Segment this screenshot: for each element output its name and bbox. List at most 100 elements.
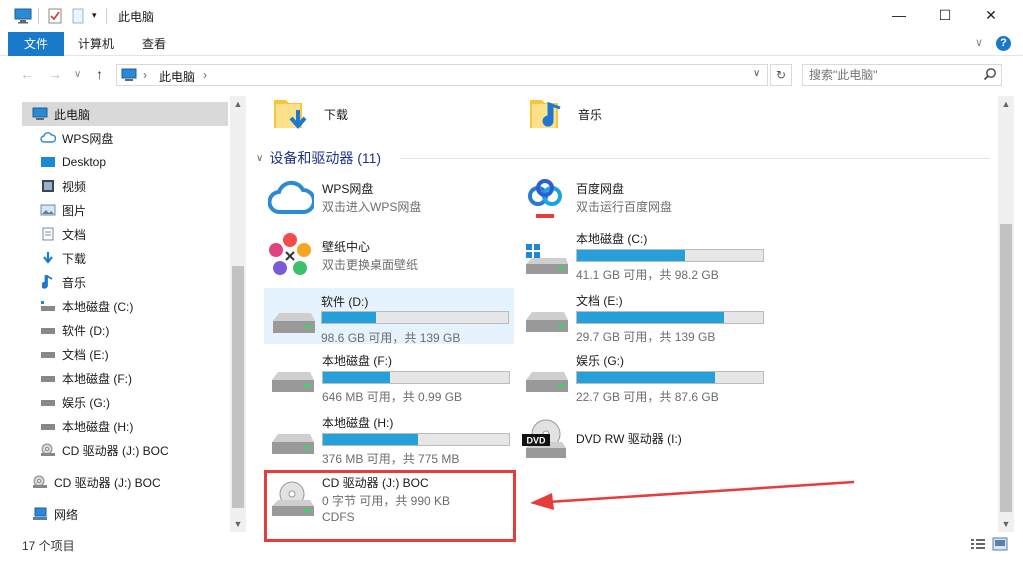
breadcrumb-this-pc[interactable]: 此电脑: [159, 68, 195, 85]
scroll-down-arrow-icon[interactable]: ▼: [230, 516, 246, 532]
device-drive-c[interactable]: 本地磁盘 (C:) 41.1 GB 可用，共 98.2 GB: [520, 230, 766, 282]
svg-text:DVD: DVD: [526, 436, 546, 446]
sidebar-item-cd-drive-j[interactable]: CD 驱动器 (J:) BOC: [40, 438, 260, 462]
device-drive-f[interactable]: 本地磁盘 (F:) 646 MB 可用，共 0.99 GB: [266, 352, 512, 404]
folder-music[interactable]: 音乐: [522, 96, 762, 138]
scroll-up-arrow-icon[interactable]: ▲: [998, 96, 1014, 112]
sidebar-item-drive-e[interactable]: 文档 (E:): [40, 342, 260, 366]
item-label: 下载: [324, 108, 349, 122]
annotation-arrow: [530, 480, 855, 510]
divider: [106, 8, 107, 24]
properties-icon[interactable]: [48, 8, 62, 24]
content-pane: 下载 音乐 ∨ 设备和驱动器 (11) WPS网盘 双击进入WPS网盘 百度网盘…: [252, 96, 998, 536]
cd-drive-icon: [40, 442, 56, 458]
usage-bar-fill: [323, 434, 418, 445]
window-title: 此电脑: [118, 10, 155, 24]
scrollbar-thumb[interactable]: [1000, 224, 1012, 512]
device-baidu-netdisk[interactable]: 百度网盘 双击运行百度网盘: [520, 178, 766, 222]
sidebar-item-drive-h[interactable]: 本地磁盘 (H:): [40, 414, 260, 438]
device-cd-drive-j[interactable]: CD 驱动器 (J:) BOC 0 字节 可用，共 990 KB CDFS: [266, 474, 512, 526]
details-view-icon[interactable]: [970, 537, 986, 554]
address-history-chevron-icon[interactable]: ∨: [753, 68, 760, 79]
sidebar-item-this-pc[interactable]: 此电脑: [22, 102, 228, 126]
close-button[interactable]: ✕: [968, 0, 1014, 30]
up-arrow-icon[interactable]: ↑: [96, 66, 103, 82]
wallpaper-center-icon: [266, 232, 314, 283]
item-label: CD 驱动器 (J:) BOC: [322, 476, 429, 490]
tab-view[interactable]: 查看: [130, 32, 178, 56]
system-drive-icon: [524, 242, 570, 279]
navigation-scrollbar[interactable]: ▲ ▼: [230, 96, 246, 532]
item-description: 646 MB 可用，共 0.99 GB: [322, 390, 463, 404]
content-scrollbar[interactable]: ▲ ▼: [998, 96, 1014, 532]
drive-icon: [40, 418, 56, 434]
item-description: 98.6 GB 可用，共 139 GB: [321, 331, 461, 345]
drive-icon: [524, 370, 570, 397]
item-description: 41.1 GB 可用，共 98.2 GB: [576, 268, 719, 282]
sidebar-item-label: Desktop: [62, 155, 107, 169]
device-dvd-drive-i[interactable]: DVD DVD RW 驱动器 (I:): [520, 416, 766, 466]
usage-bar: [576, 249, 764, 262]
folder-downloads[interactable]: 下载: [268, 96, 508, 138]
sidebar-item-wps-cloud[interactable]: WPS网盘: [40, 126, 260, 150]
usage-bar: [321, 311, 509, 324]
item-description: 双击更换桌面壁纸: [322, 258, 419, 272]
scroll-down-arrow-icon[interactable]: ▼: [998, 516, 1014, 532]
scroll-up-arrow-icon[interactable]: ▲: [230, 96, 246, 112]
title-bar: ▾ 此电脑 — ☐ ✕: [0, 0, 1023, 32]
sidebar-item-label: 下载: [62, 251, 87, 266]
sidebar-item-pictures[interactable]: 图片: [40, 198, 260, 222]
address-bar[interactable]: › 此电脑 › ∨: [116, 64, 768, 86]
usage-bar: [322, 371, 510, 384]
music-folder-icon: [528, 94, 568, 137]
device-drive-h[interactable]: 本地磁盘 (H:) 376 MB 可用，共 775 MB: [266, 414, 512, 466]
minimize-button[interactable]: —: [876, 0, 922, 30]
item-label: 本地磁盘 (C:): [576, 232, 648, 246]
sidebar-item-drive-c[interactable]: 本地磁盘 (C:): [40, 294, 260, 318]
item-label: 娱乐 (G:): [576, 354, 624, 368]
sidebar-item-videos[interactable]: 视频: [40, 174, 260, 198]
sidebar-item-drive-g[interactable]: 娱乐 (G:): [40, 390, 260, 414]
expand-ribbon-chevron-icon[interactable]: ∨: [975, 36, 983, 49]
forward-arrow-icon[interactable]: →: [48, 66, 62, 82]
device-drive-e[interactable]: 文档 (E:) 29.7 GB 可用，共 139 GB: [520, 292, 766, 344]
help-icon[interactable]: ?: [996, 36, 1011, 51]
usage-bar-fill: [577, 372, 715, 383]
download-icon: [40, 250, 56, 266]
usage-bar-fill: [577, 250, 685, 261]
large-icons-view-icon[interactable]: [992, 537, 1008, 554]
tab-file[interactable]: 文件: [8, 32, 64, 56]
device-wps-cloud[interactable]: WPS网盘 双击进入WPS网盘: [266, 178, 512, 222]
sidebar-item-drive-d[interactable]: 软件 (D:): [40, 318, 260, 342]
sidebar-item-network[interactable]: 网络: [32, 502, 252, 526]
device-drive-d[interactable]: 软件 (D:) 98.6 GB 可用，共 139 GB: [264, 288, 514, 345]
new-folder-icon[interactable]: [72, 8, 84, 24]
picture-icon: [40, 202, 56, 218]
sidebar-item-documents[interactable]: 文档: [40, 222, 260, 246]
group-header-devices[interactable]: ∨ 设备和驱动器 (11): [256, 148, 381, 168]
sidebar-item-downloads[interactable]: 下载: [40, 246, 260, 270]
device-drive-g[interactable]: 娱乐 (G:) 22.7 GB 可用，共 87.6 GB: [520, 352, 766, 404]
sidebar-item-cd-drive-j-root[interactable]: CD 驱动器 (J:) BOC: [32, 470, 252, 494]
search-input[interactable]: [809, 65, 979, 85]
tab-computer[interactable]: 计算机: [66, 32, 126, 56]
sidebar-item-drive-f[interactable]: 本地磁盘 (F:): [40, 366, 260, 390]
sidebar-item-desktop[interactable]: Desktop: [40, 150, 260, 174]
search-icon[interactable]: [983, 67, 997, 84]
sidebar-item-music[interactable]: 音乐: [40, 270, 260, 294]
refresh-icon[interactable]: ↻: [770, 64, 792, 86]
maximize-button[interactable]: ☐: [922, 0, 968, 30]
item-label: 本地磁盘 (F:): [322, 354, 392, 368]
back-arrow-icon[interactable]: ←: [20, 66, 34, 82]
device-wallpaper-center[interactable]: 壁纸中心 双击更换桌面壁纸: [266, 233, 512, 282]
usage-bar: [322, 433, 510, 446]
breadcrumb-separator-icon: ›: [203, 68, 207, 82]
search-box[interactable]: [802, 64, 1002, 86]
usage-bar: [576, 311, 764, 324]
customize-toolbar-chevron-icon[interactable]: ▾: [92, 10, 97, 26]
drive-icon: [270, 432, 316, 459]
scrollbar-thumb[interactable]: [232, 266, 244, 508]
collapse-chevron-icon[interactable]: ∨: [256, 153, 263, 164]
recent-locations-chevron-icon[interactable]: ∨: [74, 69, 81, 80]
wps-cloud-icon: [267, 180, 316, 219]
